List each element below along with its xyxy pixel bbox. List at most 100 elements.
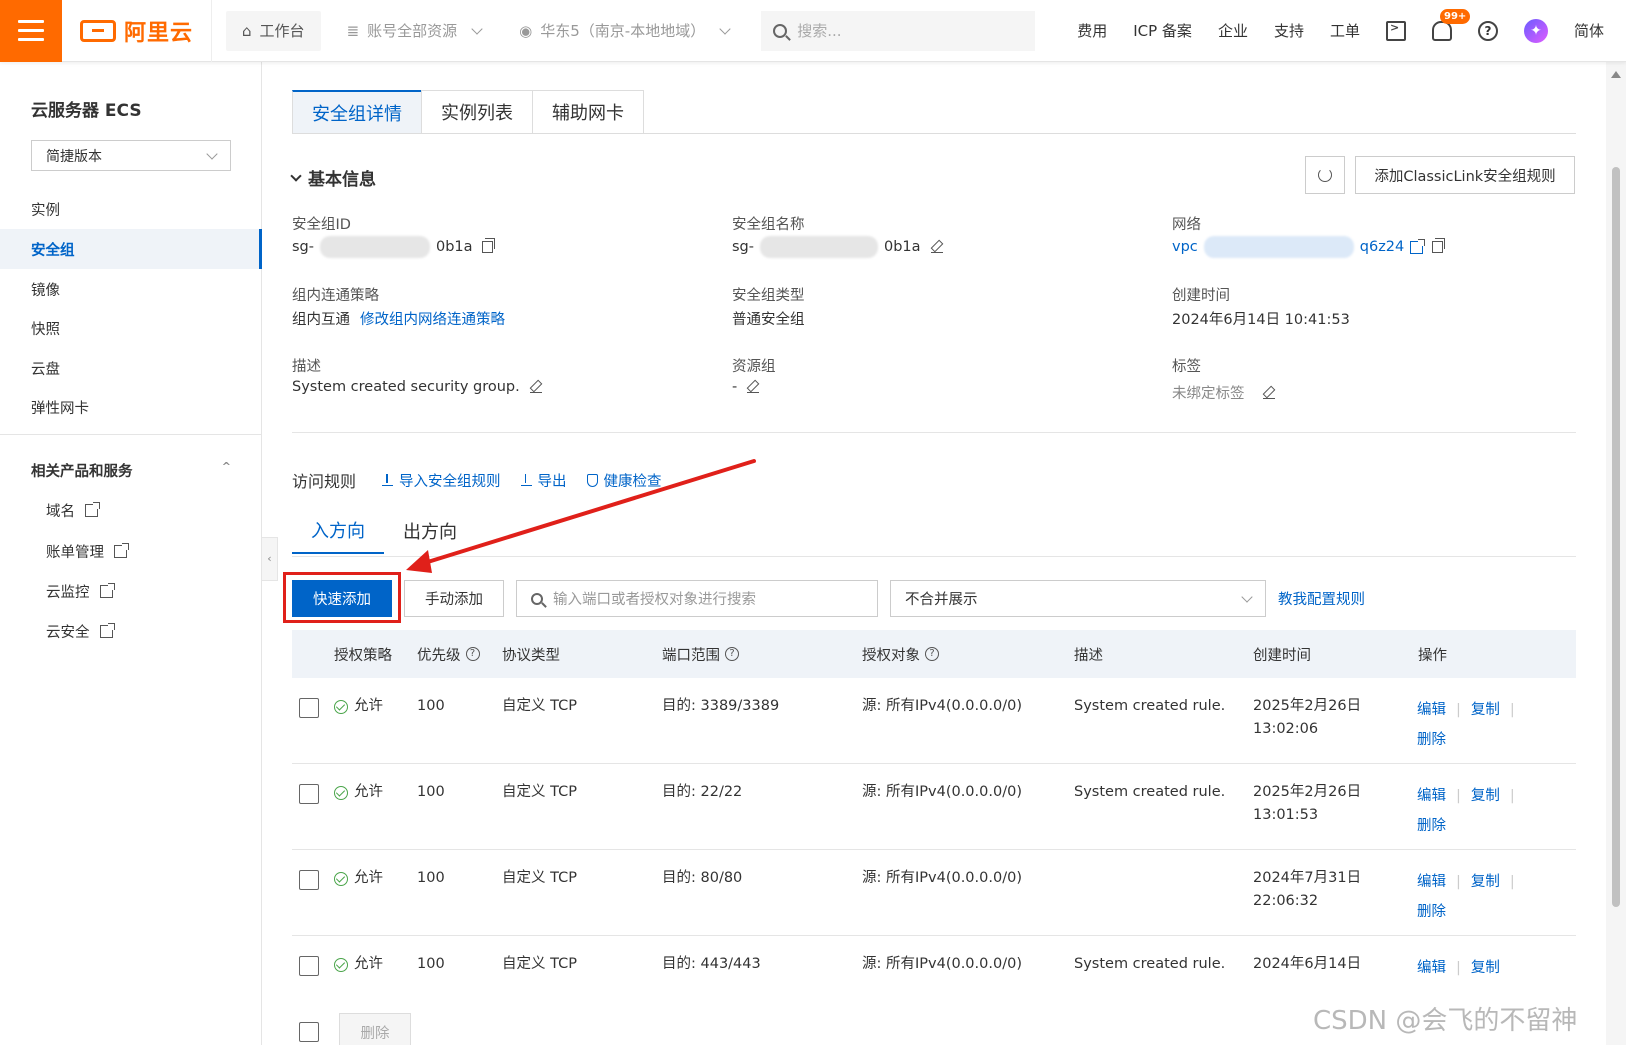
export-link[interactable]: 导出 [520, 470, 567, 491]
nav-link-support[interactable]: 支持 [1274, 20, 1304, 41]
refresh-button[interactable] [1305, 156, 1345, 194]
delete-link[interactable]: 删除 [1417, 732, 1446, 748]
tab-sg-details[interactable]: 安全组详情 [292, 90, 422, 134]
copy-link[interactable]: 复制 [1471, 788, 1500, 804]
edit-pencil-icon[interactable] [747, 381, 760, 393]
edit-pencil-icon[interactable] [1262, 387, 1275, 399]
rules-search-placeholder: 输入端口或者授权对象进行搜索 [553, 592, 756, 608]
external-link-icon[interactable] [1410, 238, 1426, 254]
help-icon[interactable]: ? [925, 647, 939, 661]
tab-secondary-eni[interactable]: 辅助网卡 [532, 90, 644, 134]
top-right-links: 费用 ICP 备案 企业 支持 工单 99+ ? ✦ 简体 [1077, 8, 1626, 43]
edit-link[interactable]: 编辑 [1417, 960, 1446, 976]
created-time: 22:06:32 [1253, 893, 1319, 909]
edit-pencil-icon[interactable] [529, 381, 542, 393]
vpc-link-prefix[interactable]: vpc [1172, 239, 1198, 255]
sidebar-item-images[interactable]: 镜像 [0, 269, 262, 309]
aliyun-logo[interactable]: 阿里云 [62, 0, 213, 62]
rules-search-input[interactable]: 输入端口或者授权对象进行搜索 [516, 580, 878, 617]
sidebar-item-disks[interactable]: 云盘 [0, 348, 262, 388]
row-checkbox[interactable] [299, 784, 319, 804]
language-switch[interactable]: 简体 [1574, 20, 1604, 41]
sg-name-label: 安全组名称 [732, 217, 805, 233]
quick-add-button[interactable]: 快速添加 [292, 580, 392, 617]
sidebar-item-security-group[interactable]: 安全组 [0, 229, 262, 269]
nav-link-tickets[interactable]: 工单 [1330, 20, 1360, 41]
sidebar-item-instances[interactable]: 实例 [0, 189, 262, 229]
related-products-section[interactable]: 相关产品和服务 ^ [31, 460, 231, 481]
row-checkbox[interactable] [299, 698, 319, 718]
resource-selector[interactable]: ≣ 账号全部资源 [335, 11, 494, 51]
sg-id-suffix: 0b1a [436, 239, 473, 255]
import-rules-link[interactable]: 导入安全组规则 [382, 470, 501, 491]
nav-link-enterprise[interactable]: 企业 [1218, 20, 1248, 41]
external-link-icon [99, 583, 115, 598]
copy-link[interactable]: 复制 [1471, 960, 1500, 976]
help-icon[interactable]: ? [465, 647, 480, 661]
copy-icon[interactable] [481, 238, 495, 253]
delete-link[interactable]: 删除 [1417, 818, 1446, 834]
edit-link[interactable]: 编辑 [1417, 788, 1446, 804]
col-label: 协议类型 [502, 647, 560, 664]
network-value[interactable]: vpc q6z24 [1172, 236, 1446, 258]
check-circle-icon [334, 785, 348, 800]
copy-icon[interactable] [1432, 238, 1446, 253]
hamburger-menu-icon[interactable] [0, 0, 62, 62]
terminal-icon[interactable] [1385, 20, 1406, 41]
scroll-up-arrow-icon[interactable] [1611, 71, 1621, 78]
created-date: 2025年2月26日 [1253, 784, 1362, 800]
created-cell: 2024年7月31日 22:06:32 [1253, 867, 1361, 913]
page-scrollbar[interactable] [1606, 62, 1626, 1045]
created-date: 2024年6月14日 [1253, 956, 1362, 972]
sidebar-item-eni[interactable]: 弹性网卡 [0, 387, 262, 427]
row-checkbox[interactable] [299, 956, 319, 976]
policy-label: 组内连通策略 [292, 288, 379, 304]
modify-policy-link[interactable]: 修改组内网络连通策略 [360, 308, 505, 329]
shield-icon [586, 473, 598, 487]
sg-type-value: 普通安全组 [732, 312, 805, 328]
region-selector[interactable]: ◉ 华东5（南京-本地地域） [507, 11, 741, 51]
copy-link[interactable]: 复制 [1471, 874, 1500, 890]
config-help-link[interactable]: 教我配置规则 [1278, 588, 1365, 609]
workbench-button[interactable]: ⌂ 工作台 [226, 10, 321, 51]
vpc-link-suffix[interactable]: q6z24 [1360, 239, 1405, 255]
global-search-input[interactable]: 搜索... [761, 10, 1036, 51]
basic-info-header[interactable]: 基本信息 [290, 165, 376, 190]
manual-add-button[interactable]: 手动添加 [404, 580, 504, 617]
avatar[interactable]: ✦ [1523, 18, 1548, 43]
sidebar-sub-domain[interactable]: 域名 [46, 500, 100, 521]
health-check-link[interactable]: 健康检查 [586, 470, 662, 491]
add-classiclink-button[interactable]: 添加ClassicLink安全组规则 [1355, 156, 1575, 194]
row-checkbox[interactable] [299, 870, 319, 890]
help-icon[interactable]: ? [1477, 20, 1498, 41]
edit-link[interactable]: 编辑 [1417, 874, 1446, 890]
tab-instance-list[interactable]: 实例列表 [421, 90, 533, 134]
edit-pencil-icon[interactable] [930, 241, 943, 253]
sidebar-sub-security[interactable]: 云安全 [46, 621, 115, 642]
tab-inbound[interactable]: 入方向 [292, 508, 384, 554]
batch-delete-button[interactable]: 删除 [339, 1013, 411, 1045]
policy-value-text: 组内互通 [292, 312, 350, 328]
nav-link-fees[interactable]: 费用 [1077, 20, 1107, 41]
col-desc: 描述 [1074, 630, 1103, 678]
delete-link[interactable]: 删除 [1417, 904, 1446, 920]
tab-outbound[interactable]: 出方向 [384, 508, 476, 554]
version-select[interactable]: 简捷版本 [31, 140, 231, 171]
copy-link[interactable]: 复制 [1471, 702, 1500, 718]
port-cell: 目的: 443/443 [662, 956, 761, 972]
scroll-thumb[interactable] [1612, 167, 1620, 907]
sidebar-item-snapshots[interactable]: 快照 [0, 308, 262, 348]
bell-icon[interactable]: 99+ [1431, 8, 1471, 41]
edit-link[interactable]: 编辑 [1417, 702, 1446, 718]
nav-link-icp[interactable]: ICP 备案 [1133, 20, 1192, 41]
help-icon[interactable]: ? [725, 647, 739, 661]
sidebar-sub-monitor[interactable]: 云监控 [46, 581, 115, 602]
sidebar-sub-billing[interactable]: 账单管理 [46, 541, 129, 562]
chevron-down-icon [206, 147, 218, 160]
sidebar-collapse-toggle[interactable]: ‹ [262, 537, 278, 581]
check-circle-icon [334, 871, 348, 886]
select-all-checkbox[interactable] [299, 1022, 319, 1042]
rules-table-header: 授权策略 优先级? 协议类型 端口范围? 授权对象? 描述 创建时间 操作 [292, 630, 1576, 678]
merge-display-select[interactable]: 不合并展示 [890, 580, 1266, 617]
table-row: 允许 100 自定义 TCP 目的: 3389/3389 源: 所有IPv4(0… [292, 678, 1576, 764]
